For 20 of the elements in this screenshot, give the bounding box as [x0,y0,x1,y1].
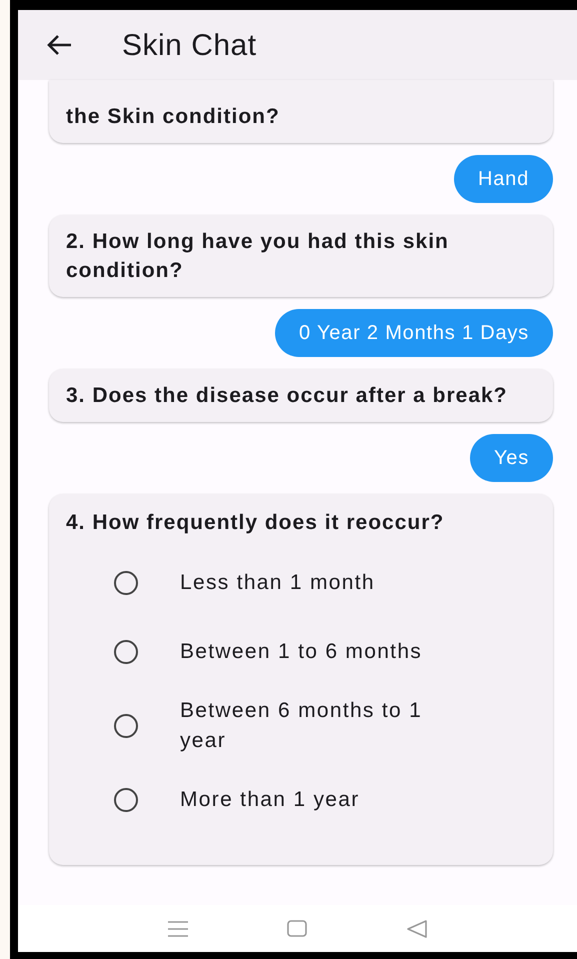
answer-bubble: 0 Year 2 Months 1 Days [275,309,553,357]
option-label[interactable]: Less than 1 month [180,568,470,598]
menu-icon[interactable] [168,920,188,936]
option-label[interactable]: Between 6 months to 1 year [180,696,470,756]
home-square-icon[interactable] [287,920,308,937]
back-triangle-icon[interactable] [407,920,428,938]
radio-button[interactable] [114,788,138,812]
back-arrow-icon[interactable] [46,34,72,56]
radio-button[interactable] [114,571,138,595]
answer-bubble: Hand [454,155,553,203]
option-label[interactable]: Between 1 to 6 months [180,637,470,667]
question-text: the Skin condition? [66,104,281,130]
radio-button[interactable] [114,640,138,664]
question-text: 4. How frequently does it reoccur? [66,510,446,536]
option-label[interactable]: More than 1 year [180,785,470,815]
radio-button[interactable] [114,714,138,738]
question-text: 3. Does the disease occur after a break? [66,383,509,409]
screen-title: Skin Chat [122,28,257,64]
question-text: 2. How long have you had this skin condition? [66,229,450,284]
answer-bubble: Yes [470,434,553,482]
